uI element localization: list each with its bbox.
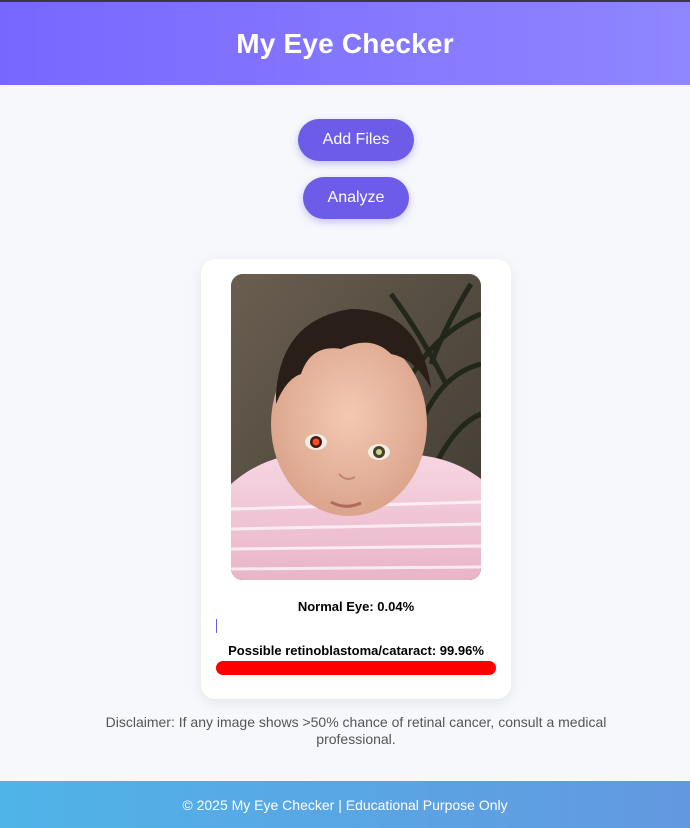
analyze-button[interactable]: Analyze xyxy=(303,177,409,219)
app-header: My Eye Checker xyxy=(0,2,690,85)
risk-progress-fill xyxy=(216,661,496,675)
page-title: My Eye Checker xyxy=(236,27,454,59)
uploaded-image xyxy=(231,274,481,580)
risk-label: Possible retinoblastoma/cataract: 99.96% xyxy=(228,643,484,658)
result-card: Normal Eye: 0.04% Possible retinoblastom… xyxy=(201,259,511,699)
normal-eye-label: Normal Eye: 0.04% xyxy=(297,599,415,614)
footer-text: © 2025 My Eye Checker | Educational Purp… xyxy=(182,796,508,813)
add-files-button[interactable]: Add Files xyxy=(298,119,414,161)
normal-eye-progress-bar xyxy=(216,619,496,633)
risk-progress-bar xyxy=(216,661,496,675)
page-footer: © 2025 My Eye Checker | Educational Purp… xyxy=(0,781,690,828)
normal-eye-progress-fill xyxy=(216,619,217,633)
disclaimer-text: Disclaimer: If any image shows >50% chan… xyxy=(105,714,607,747)
